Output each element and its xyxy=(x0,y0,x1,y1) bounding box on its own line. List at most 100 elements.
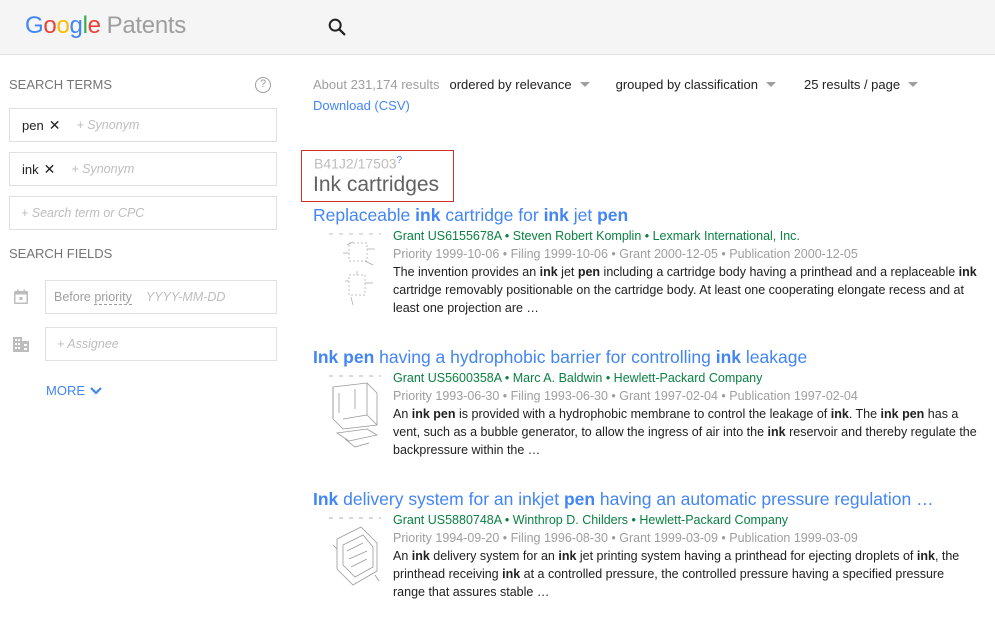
result-meta: Grant US5880748A • Winthrop D. Childers … xyxy=(393,513,789,527)
keyword-highlight: ink pen xyxy=(880,407,925,421)
keyword-highlight: Ink pen xyxy=(313,347,375,367)
keyword-highlight: ink pen xyxy=(411,407,456,421)
search-button[interactable] xyxy=(326,16,348,38)
synonym-input[interactable]: + Synonym xyxy=(76,118,139,132)
text-run: An xyxy=(393,407,412,421)
classification-group-header: B41J2/17503? Ink cartridges xyxy=(301,150,454,202)
before-text: Before xyxy=(54,290,95,304)
results-per-page-dropdown[interactable]: 25 results / page xyxy=(803,77,919,92)
text-run: jet xyxy=(568,205,598,225)
result-snippet: An ink pen is provided with a hydrophobi… xyxy=(393,405,978,459)
caret-down-icon xyxy=(908,82,919,87)
dropdown-value: 25 results / page xyxy=(803,77,901,92)
keyword-highlight: ink xyxy=(539,265,558,279)
keyword-highlight: Ink xyxy=(313,489,339,509)
calendar-icon xyxy=(14,289,28,304)
synonym-input[interactable]: + Synonym xyxy=(71,162,134,176)
top-bar: Google Patents xyxy=(0,0,995,55)
keyword-highlight: ink xyxy=(830,407,849,421)
result-dates: Priority 1994-09-20 • Filing 1996-08-30 … xyxy=(393,531,858,545)
date-placeholder: YYYY-MM-DD xyxy=(145,290,226,304)
before-priority-date-field[interactable]: Before priority YYYY-MM-DD xyxy=(45,280,277,314)
cpc-help-link[interactable]: ? xyxy=(397,155,403,166)
keyword-highlight: pen xyxy=(577,265,601,279)
search-term-field[interactable]: pen ✕ + Synonym xyxy=(9,108,277,142)
search-fields-heading: SEARCH FIELDS xyxy=(9,246,113,261)
result-item: Ink pen having a hydrophobic barrier for… xyxy=(313,347,988,457)
text-run: jet xyxy=(557,265,578,279)
text-run: jet printing system having a printhead f… xyxy=(576,549,917,563)
more-label: MORE xyxy=(46,383,85,398)
keyword-highlight: ink xyxy=(715,347,742,367)
placeholder: + Search term or CPC xyxy=(21,206,145,220)
logo-letter: o xyxy=(43,12,57,39)
patent-drawing-thumbnail[interactable] xyxy=(327,373,383,453)
patent-drawing-thumbnail[interactable] xyxy=(327,515,383,595)
search-icon xyxy=(328,18,346,36)
patent-drawing-thumbnail[interactable] xyxy=(327,231,383,311)
logo-letter: e xyxy=(87,12,101,39)
result-dates: Priority 1993-06-30 • Filing 1993-06-30 … xyxy=(393,389,858,403)
download-csv-link[interactable]: Download (CSV) xyxy=(313,98,410,113)
before-priority-label: Before priority xyxy=(54,290,132,305)
logo-letter: o xyxy=(56,12,70,39)
text-run: An xyxy=(393,549,412,563)
search-term-field[interactable]: ink ✕ + Synonym xyxy=(9,152,277,186)
caret-down-icon xyxy=(579,82,590,87)
result-count: About 231,174 results xyxy=(313,77,440,92)
result-item: Ink delivery system for an inkjet pen ha… xyxy=(313,489,988,599)
classification-name: Ink cartridges xyxy=(313,173,440,196)
result-title[interactable]: Ink pen having a hydrophobic barrier for… xyxy=(313,347,988,368)
help-icon[interactable]: ? xyxy=(255,77,271,93)
term-chip: ink xyxy=(22,161,39,177)
term-chip: pen xyxy=(22,117,44,133)
keyword-highlight: ink xyxy=(502,567,521,581)
result-snippet: The invention provides an ink jet pen in… xyxy=(393,263,978,317)
logo-letter: g xyxy=(69,12,83,39)
dropdown-value: ordered by relevance xyxy=(449,77,572,92)
text-run: cartridge removably positionable on the … xyxy=(393,283,964,315)
logo-letter: G xyxy=(25,12,44,39)
result-title[interactable]: Ink delivery system for an inkjet pen ha… xyxy=(313,489,988,510)
result-meta: Grant US5600358A • Marc A. Baldwin • Hew… xyxy=(393,371,763,385)
google-patents-logo[interactable]: Google Patents xyxy=(25,12,186,40)
results-toolbar: About 231,174 results ordered by relevan… xyxy=(313,77,919,92)
caret-down-icon xyxy=(765,82,776,87)
more-fields-button[interactable]: MORE xyxy=(46,383,103,398)
new-search-term-input[interactable]: + Search term or CPC xyxy=(9,196,277,230)
grouping-dropdown[interactable]: grouped by classification xyxy=(616,77,776,92)
cpc-code[interactable]: B41J2/17503? xyxy=(314,155,402,172)
remove-term-icon[interactable]: ✕ xyxy=(44,161,56,178)
keyword-highlight: ink xyxy=(543,205,569,225)
keyword-highlight: ink xyxy=(916,549,935,563)
keyword-highlight: ink xyxy=(958,265,977,279)
text-run: having an automatic pressure regulation … xyxy=(595,489,934,509)
result-meta: Grant US6155678A • Steven Robert Komplin… xyxy=(393,229,800,243)
text-run: cartridge for xyxy=(440,205,544,225)
search-terms-heading: SEARCH TERMS xyxy=(9,77,113,92)
text-run: is provided with a hydrophobic membrane … xyxy=(455,407,831,421)
assignee-input[interactable]: + Assignee xyxy=(45,327,277,361)
text-run: Replaceable xyxy=(313,205,416,225)
text-run: including a cartridge body having a prin… xyxy=(600,265,959,279)
placeholder: + Assignee xyxy=(57,337,119,351)
keyword-highlight: ink xyxy=(558,549,577,563)
chevron-down-icon xyxy=(90,386,102,395)
result-body: Grant US5880748A • Winthrop D. Childers … xyxy=(393,511,978,601)
result-body: Grant US5600358A • Marc A. Baldwin • Hew… xyxy=(393,369,978,459)
logo-product-name: Patents xyxy=(106,12,187,39)
keyword-highlight: ink xyxy=(767,425,786,439)
remove-term-icon[interactable]: ✕ xyxy=(49,117,61,134)
result-dates: Priority 1999-10-06 • Filing 1999-10-06 … xyxy=(393,247,858,261)
result-snippet: An ink delivery system for an ink jet pr… xyxy=(393,547,978,601)
keyword-highlight: pen xyxy=(563,489,596,509)
keyword-highlight: ink xyxy=(411,549,430,563)
text-run: delivery system for an inkjet xyxy=(338,489,564,509)
date-type-selector[interactable]: priority xyxy=(94,290,132,305)
building-icon xyxy=(13,337,29,352)
text-run: delivery system for an xyxy=(429,549,559,563)
result-title[interactable]: Replaceable ink cartridge for ink jet pe… xyxy=(313,205,988,226)
dropdown-value: grouped by classification xyxy=(615,77,758,92)
result-item: Replaceable ink cartridge for ink jet pe… xyxy=(313,205,988,315)
sort-order-dropdown[interactable]: ordered by relevance xyxy=(449,77,590,92)
